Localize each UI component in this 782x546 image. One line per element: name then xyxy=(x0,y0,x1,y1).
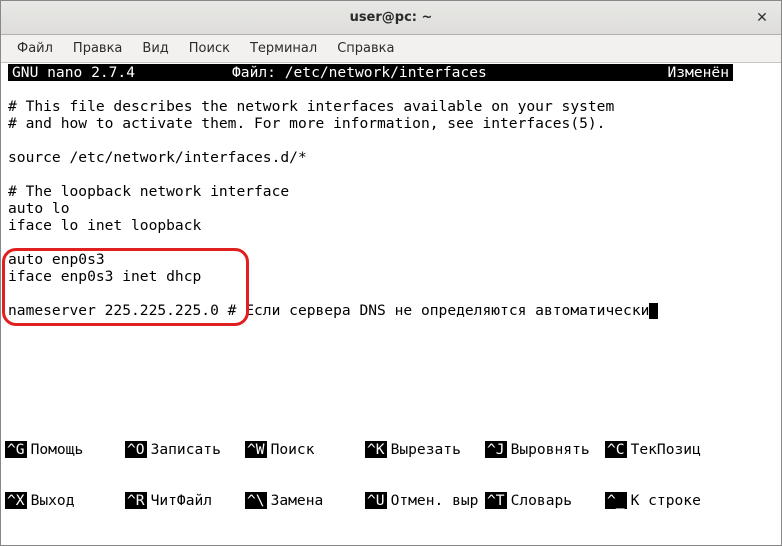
shortcut-spell: ^TСловарь xyxy=(485,492,605,509)
key: ^T xyxy=(485,492,507,509)
shortcut-readfile: ^RЧитФайл xyxy=(125,492,245,509)
menu-view[interactable]: Вид xyxy=(132,37,178,60)
footer-row-2: ^XВыход ^RЧитФайл ^\Замена ^UОтмен. выр … xyxy=(5,492,777,509)
editor-content: # This file describes the network interf… xyxy=(4,81,778,353)
terminal-area[interactable]: GNU nano 2.7.4 Файл: /etc/network/interf… xyxy=(1,63,781,545)
nano-status: Изменён xyxy=(639,64,729,81)
shortcut-search: ^WПоиск xyxy=(245,441,365,458)
key-label: Выход xyxy=(31,492,75,509)
close-icon[interactable]: ✕ xyxy=(752,8,772,28)
cursor xyxy=(649,303,658,319)
shortcut-exit: ^XВыход xyxy=(5,492,125,509)
editor-line: auto lo xyxy=(8,200,70,217)
editor-line: # The loopback network interface xyxy=(8,183,289,200)
editor-line: iface lo inet loopback xyxy=(8,217,201,234)
key-label: Замена xyxy=(271,492,324,509)
nano-header: GNU nano 2.7.4 Файл: /etc/network/interf… xyxy=(8,64,733,81)
window-title: user@pc: ~ xyxy=(1,10,781,25)
nano-file-label: Файл: /etc/network/interfaces xyxy=(232,64,639,81)
key: ^_ xyxy=(605,492,627,509)
menu-edit[interactable]: Правка xyxy=(63,37,132,60)
menubar: Файл Правка Вид Поиск Терминал Справка xyxy=(1,35,781,63)
nano-footer: ^GПомощь ^OЗаписать ^WПоиск ^KВырезать ^… xyxy=(5,407,777,543)
editor-line: auto enp0s3 xyxy=(8,251,105,268)
key: ^G xyxy=(5,441,27,458)
editor-line: iface enp0s3 inet dhcp xyxy=(8,268,201,285)
footer-row-1: ^GПомощь ^OЗаписать ^WПоиск ^KВырезать ^… xyxy=(5,441,777,458)
key-label: Помощь xyxy=(31,441,84,458)
shortcut-writeout: ^OЗаписать xyxy=(125,441,245,458)
editor-line: # and how to activate them. For more inf… xyxy=(8,115,605,132)
terminal-window: user@pc: ~ ✕ Файл Правка Вид Поиск Терми… xyxy=(0,0,782,546)
key-label: Выровнять xyxy=(511,441,590,458)
shortcut-cut: ^KВырезать xyxy=(365,441,485,458)
key-label: ЧитФайл xyxy=(151,492,213,509)
key: ^W xyxy=(245,441,267,458)
shortcut-uncut: ^UОтмен. выр xyxy=(365,492,485,509)
key: ^K xyxy=(365,441,387,458)
shortcut-justify: ^JВыровнять xyxy=(485,441,605,458)
menu-file[interactable]: Файл xyxy=(7,37,63,60)
shortcut-help: ^GПомощь xyxy=(5,441,125,458)
key: ^C xyxy=(605,441,627,458)
menu-search[interactable]: Поиск xyxy=(179,37,240,60)
editor-comment: # Если сервера DNS не определяются автом… xyxy=(219,302,650,319)
editor-line: # This file describes the network interf… xyxy=(8,98,614,115)
key: ^U xyxy=(365,492,387,509)
menu-terminal[interactable]: Терминал xyxy=(240,37,327,60)
key-label: Поиск xyxy=(271,441,315,458)
editor-line: source /etc/network/interfaces.d/* xyxy=(8,149,307,166)
key: ^J xyxy=(485,441,507,458)
key: ^O xyxy=(125,441,147,458)
menu-help[interactable]: Справка xyxy=(327,37,404,60)
key-label: Вырезать xyxy=(391,441,461,458)
key: ^X xyxy=(5,492,27,509)
titlebar: user@pc: ~ ✕ xyxy=(1,1,781,35)
key-label: Записать xyxy=(151,441,221,458)
shortcut-replace: ^\Замена xyxy=(245,492,365,509)
key-label: К строке xyxy=(631,492,701,509)
key-label: ТекПозиц xyxy=(631,441,701,458)
editor-line: nameserver 225.225.225.0 xyxy=(8,302,219,319)
key-label: Словарь xyxy=(511,492,573,509)
shortcut-gotoline: ^_К строке xyxy=(605,492,725,509)
nano-version: GNU nano 2.7.4 xyxy=(12,64,232,81)
key: ^R xyxy=(125,492,147,509)
key-label: Отмен. выр xyxy=(391,492,479,509)
key: ^\ xyxy=(245,492,267,509)
shortcut-curpos: ^CТекПозиц xyxy=(605,441,725,458)
